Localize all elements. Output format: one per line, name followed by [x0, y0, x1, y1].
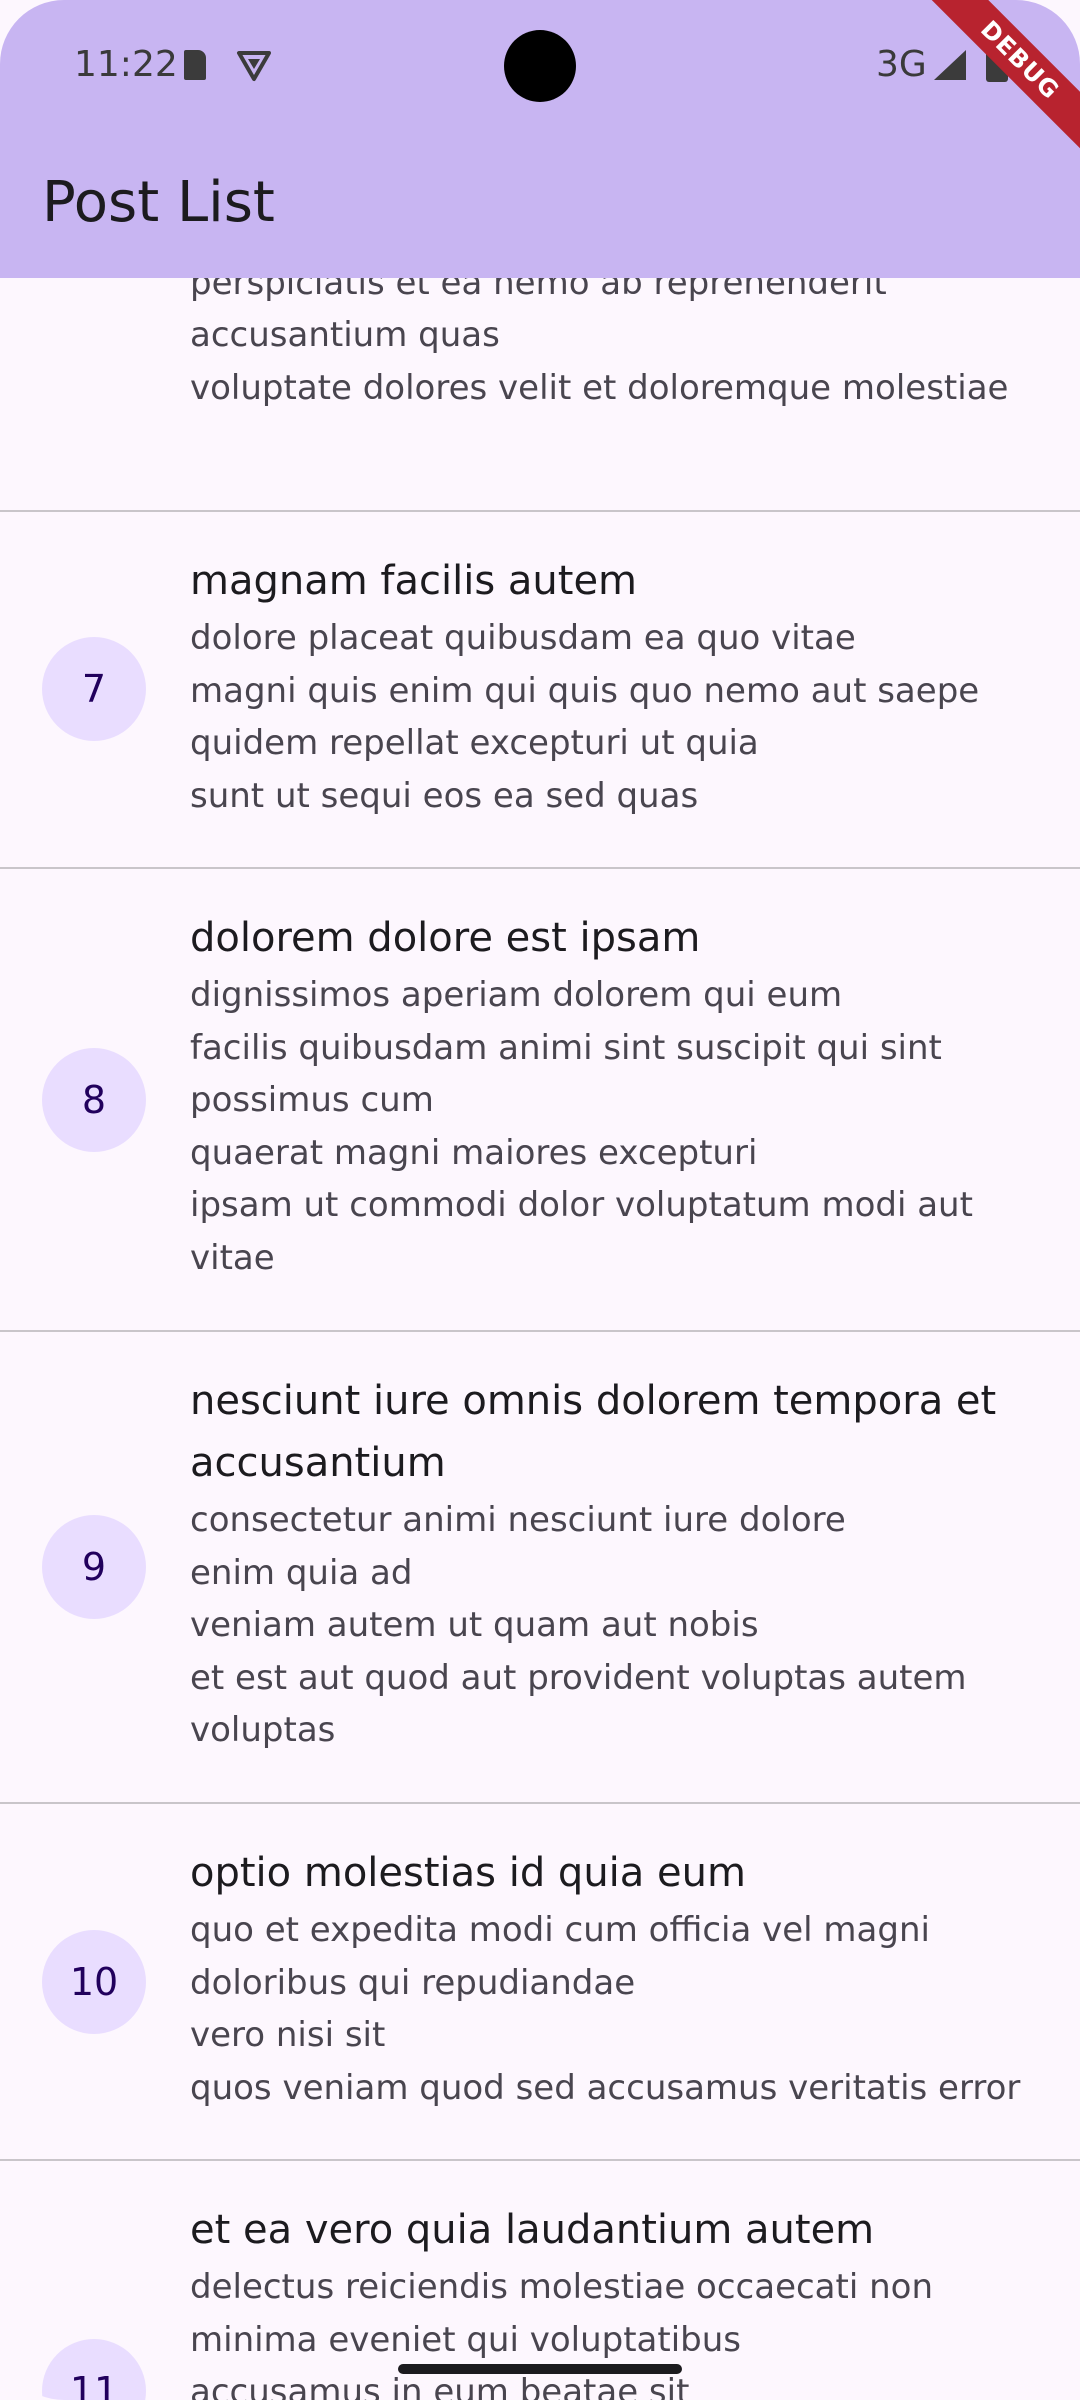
list-item[interactable]: 7 magnam facilis autem dolore placeat qu… [0, 512, 1080, 869]
post-body: dignissimos aperiam dolorem qui eum faci… [190, 975, 973, 1278]
list-item[interactable]: 10 optio molestias id quia eum quo et ex… [0, 1804, 1080, 2161]
post-text: optio molestias id quia eum quo et exped… [190, 1842, 1040, 2114]
post-body: delectus reiciendis molestiae occaecati … [190, 2267, 934, 2400]
post-id-avatar: 11 [42, 2339, 146, 2400]
post-id-avatar: 10 [42, 1930, 146, 2034]
shield-vpn-icon [236, 50, 272, 87]
home-indicator[interactable] [398, 2364, 682, 2374]
post-body: dolore placeat quibusdam ea quo vitae ma… [190, 618, 980, 816]
post-text: dolorem dolore est ipsam dignissimos ape… [190, 907, 1040, 1284]
app-bar: 11:22 3G Post List [0, 0, 1080, 278]
post-text: magnam facilis autem dolore placeat quib… [190, 550, 1040, 822]
post-title: optio molestias id quia eum [190, 1850, 746, 1896]
status-time: 11:22 [74, 44, 178, 85]
network-type: 3G [876, 44, 927, 85]
post-id-avatar: 7 [42, 637, 146, 741]
list-item[interactable]: 9 nesciunt iure omnis dolorem tempora et… [0, 1332, 1080, 1804]
post-body: quo et expedita modi cum officia vel mag… [190, 1910, 1021, 2108]
sd-card-icon [184, 50, 206, 80]
post-body: consectetur animi nesciunt iure dolore e… [190, 1500, 967, 1750]
camera-cutout [504, 30, 576, 102]
post-title: nesciunt iure omnis dolorem tempora et a… [190, 1378, 997, 1486]
post-title: magnam facilis autem [190, 558, 638, 604]
app-screen: 6 mollitia nobis aliquid molestiae persp… [0, 0, 1080, 2400]
post-text: mollitia nobis aliquid molestiae perspic… [190, 210, 1040, 414]
post-text: nesciunt iure omnis dolorem tempora et a… [190, 1370, 1040, 1757]
status-bar: 11:22 3G [0, 0, 1080, 135]
post-title: dolorem dolore est ipsam [190, 915, 701, 961]
signal-icon [932, 48, 968, 87]
list-item[interactable]: 8 dolorem dolore est ipsam dignissimos a… [0, 869, 1080, 1332]
post-id-avatar: 9 [42, 1515, 146, 1619]
post-title: et ea vero quia laudantium autem [190, 2207, 875, 2253]
page-title: Post List [42, 170, 275, 235]
post-id-avatar: 8 [42, 1048, 146, 1152]
